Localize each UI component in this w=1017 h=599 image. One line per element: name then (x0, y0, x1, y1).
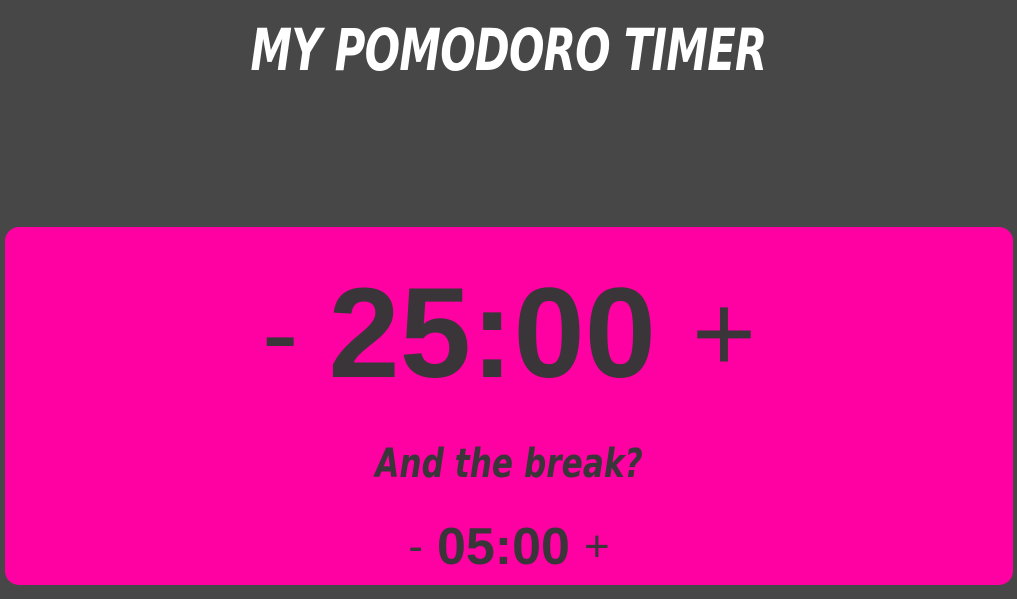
work-time-display: 25:00 (328, 262, 656, 405)
break-increment-button[interactable]: + (584, 517, 610, 577)
break-decrement-button[interactable]: - (408, 517, 423, 577)
work-increment-button[interactable]: + (692, 269, 756, 399)
break-label: And the break? (375, 441, 643, 487)
work-timer-row: -25:00 + (5, 269, 1013, 399)
timer-card: -25:00 + And the break? -05:00 + (5, 227, 1013, 585)
app-title: My Pomodoro Timer (250, 16, 768, 84)
break-timer-row: -05:00 + (5, 517, 1013, 577)
break-time-display: 05:00 (436, 518, 570, 576)
work-decrement-button[interactable]: - (262, 269, 299, 399)
